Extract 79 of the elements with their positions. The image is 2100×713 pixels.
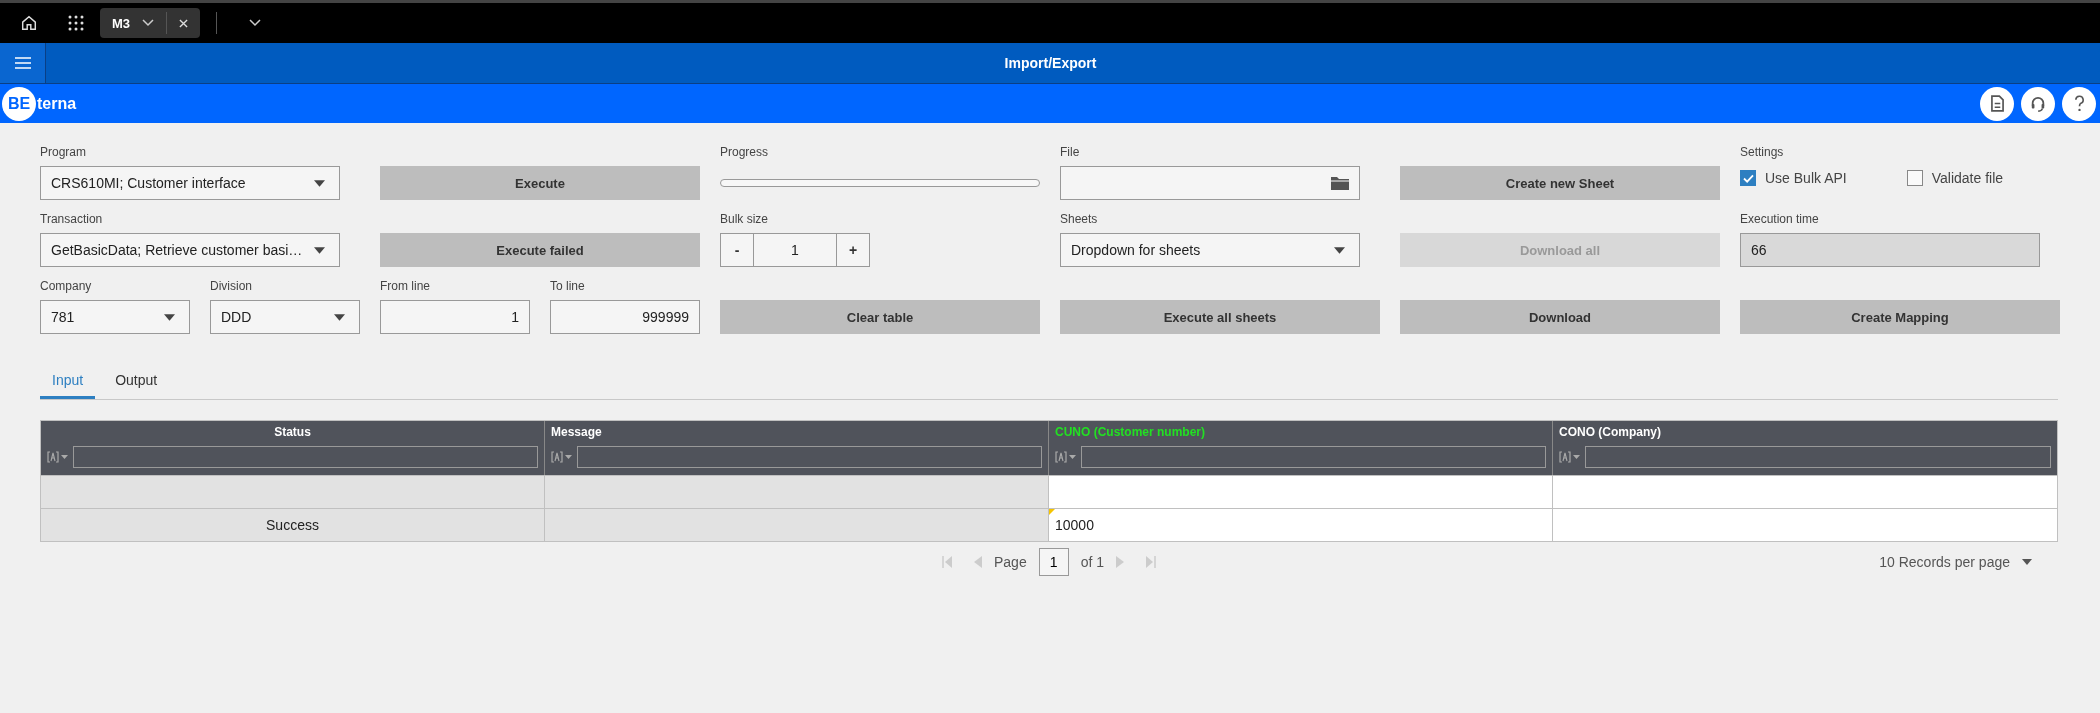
folder-icon <box>1331 176 1349 190</box>
action-button[interactable]: Create new Sheet <box>1400 166 1720 200</box>
close-icon[interactable] <box>179 18 189 28</box>
logo-text: terna <box>37 94 77 113</box>
field-label: Execution time <box>1740 212 1820 228</box>
action-button[interactable]: Execute <box>380 166 700 200</box>
bulk-size-field[interactable]: 1 <box>754 233 836 267</box>
checkbox[interactable] <box>1906 170 1923 186</box>
field-label: From line <box>380 279 431 295</box>
field-label: Sheets <box>1060 212 1099 228</box>
field-label: Transaction <box>40 212 104 228</box>
tab[interactable]: Output <box>103 364 170 399</box>
tab[interactable]: Input <box>40 364 96 399</box>
dropdown[interactable]: GetBasicData; Retrieve customer basi… <box>40 233 340 267</box>
filter-type-icon[interactable] <box>1055 451 1077 463</box>
column-title: CUNO (Customer number) <box>1055 425 1206 439</box>
increment-button[interactable]: + <box>836 233 870 267</box>
action-button[interactable]: Download <box>1400 300 1720 334</box>
field-label: Company <box>40 279 93 295</box>
caret-icon <box>314 246 325 254</box>
apps-grid-icon[interactable] <box>68 15 84 31</box>
logo-mark: BE <box>2 86 36 121</box>
help-button[interactable] <box>2062 86 2096 121</box>
input-field[interactable]: 66 <box>1740 233 2040 267</box>
file-field[interactable] <box>1060 166 1360 200</box>
field-label: Division <box>210 279 253 295</box>
input-field[interactable]: 1 <box>380 300 530 334</box>
caret-icon <box>2022 559 2032 565</box>
dropdown[interactable]: 781 <box>40 300 190 334</box>
support-button[interactable] <box>2021 86 2055 121</box>
action-button[interactable]: Clear table <box>720 300 1040 334</box>
field-label: To line <box>550 279 586 295</box>
dropdown[interactable]: Dropdown for sheets <box>1060 233 1360 267</box>
page-field[interactable]: 1 <box>1038 548 1069 576</box>
checkbox[interactable] <box>1740 170 1756 186</box>
chevron-down-icon[interactable] <box>249 19 262 27</box>
chevron-down-icon <box>142 19 155 27</box>
action-button[interactable]: Create Mapping <box>1740 300 2060 334</box>
cell-text: Success <box>266 517 319 533</box>
home-icon[interactable] <box>20 14 38 32</box>
document-icon <box>1990 95 2004 112</box>
filter-field[interactable] <box>577 446 1042 468</box>
action-button[interactable]: Execute all sheets <box>1060 300 1380 334</box>
app-tab[interactable]: M3 <box>100 8 201 38</box>
help-icon <box>2073 95 2085 112</box>
column-title: Message <box>551 425 603 439</box>
menu-icon <box>14 57 31 69</box>
field-label: Bulk size <box>720 212 770 228</box>
filter-field[interactable] <box>1081 446 1546 468</box>
filter-type-icon[interactable] <box>1559 451 1581 463</box>
column-title: CONO (Company) <box>1559 425 1662 439</box>
field-label: File <box>1060 145 1081 161</box>
field-label: Progress <box>720 145 770 161</box>
window-title: Import/Export <box>1003 55 1098 71</box>
filter-field[interactable] <box>73 446 538 468</box>
input-field[interactable]: 999999 <box>550 300 700 334</box>
page-count: of 1 <box>1080 554 1105 570</box>
field-label: Program <box>40 145 87 161</box>
headset-icon <box>2030 95 2046 112</box>
field-label: Settings <box>1740 145 1785 161</box>
caret-icon <box>164 313 175 321</box>
records-per-page-dropdown[interactable]: 10 Records per page <box>1879 554 2032 570</box>
caret-icon <box>314 179 325 187</box>
caret-icon <box>1334 246 1345 254</box>
decrement-button[interactable]: - <box>720 233 754 267</box>
page-label: Page <box>993 554 1027 570</box>
caret-icon <box>334 313 345 321</box>
menu-button[interactable] <box>0 43 46 83</box>
filter-type-icon[interactable] <box>551 451 573 463</box>
dropdown[interactable]: CRS610MI; Customer interface <box>40 166 340 200</box>
document-button[interactable] <box>1980 86 2014 121</box>
column-title: Status <box>273 425 312 439</box>
filter-field[interactable] <box>1585 446 2051 468</box>
filter-type-icon[interactable] <box>47 451 69 463</box>
dropdown[interactable]: DDD <box>210 300 360 334</box>
checkbox-label: Validate file <box>1931 170 2004 186</box>
action-button[interactable]: Execute failed <box>380 233 700 267</box>
checkbox-label: Use Bulk API <box>1765 170 1847 186</box>
cell-text: 10000 <box>1055 517 1094 533</box>
